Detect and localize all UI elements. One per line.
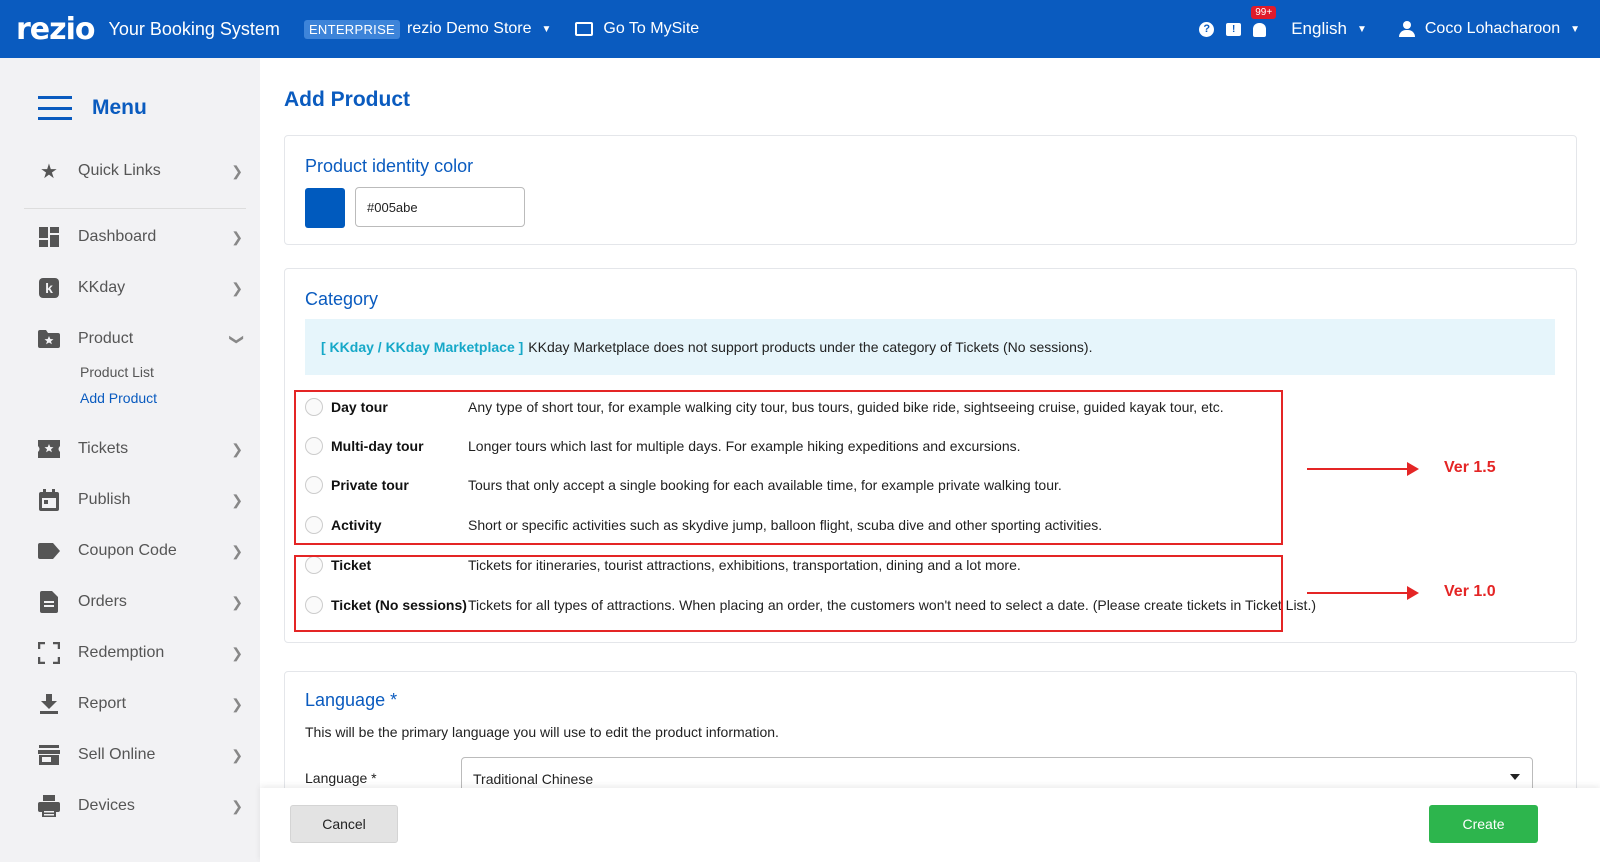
- sidebar-item-quick-links[interactable]: ★ Quick Links ❯: [38, 156, 243, 186]
- star-icon: ★: [40, 160, 58, 183]
- sidebar-item-label: Dashboard: [78, 228, 157, 245]
- download-icon: [38, 693, 60, 715]
- page-title: Add Product: [284, 88, 410, 111]
- top-navbar: rezio Your Booking System ENTERPRISE rez…: [0, 0, 1600, 58]
- chevron-right-icon: ❯: [231, 491, 243, 508]
- go-to-mysite-link[interactable]: Go To MySite: [603, 20, 699, 38]
- sidebar-item-devices[interactable]: Devices ❯: [38, 791, 243, 821]
- document-icon: [38, 591, 60, 613]
- color-hex-input[interactable]: [355, 187, 525, 227]
- sidebar-item-orders[interactable]: Orders ❯: [38, 587, 243, 617]
- notification-button[interactable]: 99+: [1251, 6, 1277, 37]
- sidebar: Menu ★ Quick Links ❯ Dashboard ❯ k KKday…: [0, 58, 260, 862]
- chevron-right-icon: ❯: [231, 695, 243, 712]
- sidebar-item-publish[interactable]: Publish ❯: [38, 485, 243, 515]
- dropdown-arrow-icon: [1510, 774, 1520, 780]
- product-folder-icon: [38, 328, 60, 350]
- notification-badge: 99+: [1251, 6, 1277, 19]
- chevron-right-icon: ❯: [231, 440, 243, 457]
- rezio-logo[interactable]: rezio: [16, 12, 95, 47]
- bell-icon: [1253, 23, 1267, 37]
- sidebar-item-dashboard[interactable]: Dashboard ❯: [38, 222, 243, 252]
- sidebar-item-label: Publish: [78, 491, 131, 508]
- sidebar-item-label: Quick Links: [78, 162, 161, 179]
- plan-badge: ENTERPRISE: [303, 19, 401, 39]
- annotation-label-ver15: Ver 1.5: [1444, 459, 1496, 476]
- annotation-arrow-ver10: [1307, 586, 1419, 600]
- sidebar-subitem-add-product[interactable]: Add Product: [80, 390, 157, 406]
- kkday-notice: [ KKday / KKday Marketplace ] KKday Mark…: [305, 319, 1555, 375]
- cancel-button[interactable]: Cancel: [290, 805, 398, 843]
- sidebar-item-label: KKday: [78, 279, 126, 296]
- sidebar-item-label: Orders: [78, 593, 127, 610]
- sidebar-subitem-product-list[interactable]: Product List: [80, 364, 154, 380]
- sidebar-item-sell-online[interactable]: Sell Online ❯: [38, 740, 243, 770]
- sidebar-item-kkday[interactable]: k KKday ❯: [38, 273, 243, 303]
- sidebar-item-label: Product: [78, 330, 134, 347]
- language-dropdown-icon[interactable]: ▼: [1357, 24, 1367, 35]
- language-selector[interactable]: English: [1291, 19, 1347, 39]
- app-title: Your Booking System: [108, 18, 280, 39]
- sidebar-item-label: Devices: [78, 797, 135, 814]
- mysite-icon[interactable]: [575, 22, 594, 36]
- menu-title: Menu: [92, 96, 147, 119]
- scan-icon: [38, 642, 60, 664]
- chevron-right-icon: ❯: [231, 279, 243, 296]
- language-description: This will be the primary language you wi…: [305, 724, 779, 740]
- hamburger-icon[interactable]: [38, 96, 72, 120]
- sidebar-item-redemption[interactable]: Redemption ❯: [38, 638, 243, 668]
- annotation-arrow-ver15: [1307, 462, 1419, 476]
- store-selector[interactable]: rezio Demo Store: [407, 20, 532, 38]
- sidebar-item-coupon-code[interactable]: Coupon Code ❯: [38, 536, 243, 566]
- annotation-label-ver10: Ver 1.0: [1444, 583, 1496, 600]
- kkday-icon: k: [38, 277, 60, 299]
- chevron-down-icon: ❯: [229, 333, 246, 345]
- annotation-box-ver10: [294, 555, 1283, 632]
- ticket-icon: [38, 438, 60, 460]
- sidebar-item-product[interactable]: Product ❯: [38, 324, 246, 354]
- identity-color-card: Product identity color: [284, 135, 1577, 245]
- sidebar-item-label: Sell Online: [78, 746, 156, 763]
- menu-header[interactable]: Menu: [38, 96, 147, 120]
- chevron-right-icon: ❯: [231, 228, 243, 245]
- user-icon[interactable]: [1398, 21, 1415, 37]
- chevron-right-icon: ❯: [231, 162, 243, 179]
- category-title: Category: [305, 289, 379, 309]
- store-dropdown-icon[interactable]: ▼: [542, 24, 552, 35]
- color-swatch[interactable]: [305, 188, 345, 228]
- chevron-right-icon: ❯: [231, 644, 243, 661]
- tag-icon: [38, 540, 60, 562]
- sidebar-item-label: Tickets: [78, 440, 129, 457]
- annotation-box-ver15: [294, 390, 1283, 545]
- help-icon[interactable]: ?: [1199, 21, 1215, 37]
- notice-tag: [ KKday / KKday Marketplace ]: [321, 339, 524, 355]
- sidebar-item-label: Redemption: [78, 644, 165, 661]
- sidebar-item-report[interactable]: Report ❯: [38, 689, 243, 719]
- chevron-right-icon: ❯: [231, 542, 243, 559]
- chevron-right-icon: ❯: [231, 593, 243, 610]
- notice-text: KKday Marketplace does not support produ…: [528, 339, 1093, 355]
- chevron-right-icon: ❯: [231, 746, 243, 763]
- printer-icon: [38, 795, 60, 817]
- sidebar-item-label: Report: [78, 695, 127, 712]
- calendar-icon: [38, 489, 60, 511]
- language-field-label: Language *: [305, 770, 377, 786]
- chevron-right-icon: ❯: [231, 797, 243, 814]
- user-menu[interactable]: Coco Lohacharoon: [1425, 20, 1560, 38]
- store-icon: [38, 744, 60, 766]
- sidebar-item-label: Coupon Code: [78, 542, 177, 559]
- create-button[interactable]: Create: [1429, 805, 1538, 843]
- sidebar-item-tickets[interactable]: Tickets ❯: [38, 434, 243, 464]
- language-title: Language *: [305, 690, 398, 710]
- action-bar: Cancel Create: [260, 788, 1600, 862]
- user-dropdown-icon[interactable]: ▼: [1570, 24, 1580, 35]
- language-selected-value: Traditional Chinese: [473, 771, 594, 787]
- identity-color-title: Product identity color: [305, 156, 474, 176]
- dashboard-icon: [38, 226, 60, 248]
- feedback-icon[interactable]: !: [1226, 22, 1242, 36]
- sidebar-divider: [24, 208, 246, 209]
